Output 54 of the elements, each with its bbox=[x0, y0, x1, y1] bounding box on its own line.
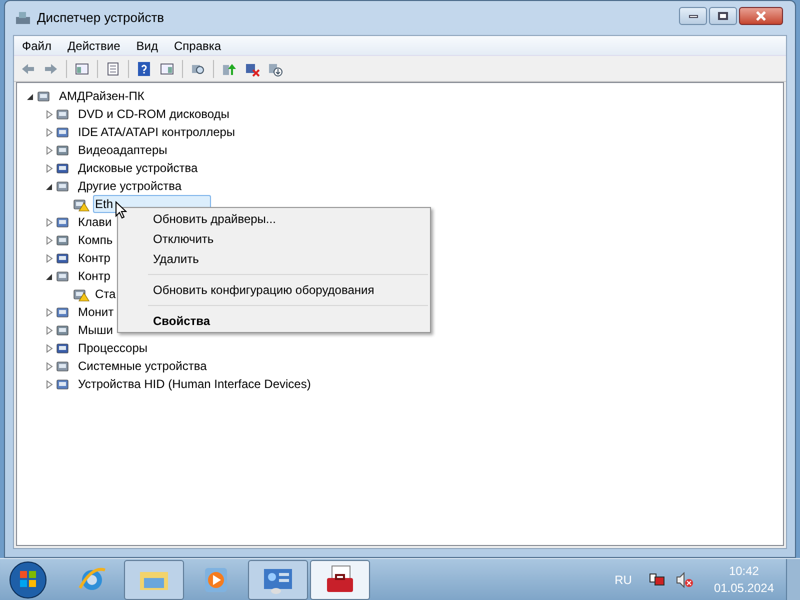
maximize-button[interactable] bbox=[709, 7, 737, 25]
tree-item[interactable]: Видеоадаптеры bbox=[76, 141, 170, 159]
tree-item[interactable]: Процессоры bbox=[76, 339, 150, 357]
collapse-arrow-icon[interactable] bbox=[46, 272, 53, 280]
tree-item[interactable]: Контр bbox=[76, 249, 112, 267]
expand-arrow-icon[interactable] bbox=[46, 146, 53, 154]
tree-item[interactable]: DVD и CD-ROM дисководы bbox=[76, 105, 232, 123]
show-desktop-button[interactable] bbox=[786, 558, 800, 600]
tree-item[interactable]: Клави bbox=[76, 213, 114, 231]
tree-item[interactable]: Монит bbox=[76, 303, 116, 321]
tree-item[interactable]: Компь bbox=[76, 231, 115, 249]
tree-item[interactable]: IDE ATA/ATAPI контроллеры bbox=[76, 123, 238, 141]
expand-arrow-icon[interactable] bbox=[46, 110, 53, 118]
expand-arrow-icon[interactable] bbox=[46, 254, 53, 262]
window-title: Диспетчер устройств bbox=[37, 9, 166, 28]
context-menu-item[interactable]: Свойства bbox=[120, 311, 428, 331]
tree-item[interactable]: Другие устройства bbox=[76, 177, 184, 195]
expand-arrow-icon[interactable] bbox=[46, 164, 53, 172]
expand-arrow-icon[interactable] bbox=[46, 344, 53, 352]
tree-item[interactable]: Мыши bbox=[76, 321, 115, 339]
menu-item[interactable]: Справка bbox=[166, 36, 230, 54]
tree-item[interactable]: Устройства HID (Human Interface Devices) bbox=[76, 375, 313, 393]
start-button[interactable] bbox=[8, 560, 48, 600]
close-button[interactable] bbox=[739, 7, 783, 25]
tree-item[interactable]: АМДРайзен-ПК bbox=[57, 87, 146, 105]
taskbar-button[interactable] bbox=[248, 560, 308, 600]
expand-arrow-icon[interactable] bbox=[46, 128, 53, 136]
expand-arrow-icon[interactable] bbox=[46, 380, 53, 388]
tree-item[interactable]: Контр bbox=[76, 267, 112, 285]
menu-item[interactable]: Файл bbox=[14, 36, 60, 54]
expand-arrow-icon[interactable] bbox=[46, 236, 53, 244]
app-icon bbox=[15, 10, 31, 26]
help-icon[interactable] bbox=[136, 60, 152, 76]
expand-arrow-icon[interactable] bbox=[46, 326, 53, 334]
context-menu-item[interactable]: Отключить bbox=[120, 229, 428, 249]
collapse-arrow-icon[interactable] bbox=[27, 92, 34, 100]
expand-arrow-icon[interactable] bbox=[46, 362, 53, 370]
tree-item[interactable]: Системные устройства bbox=[76, 357, 209, 375]
mouse-cursor-icon bbox=[115, 201, 127, 219]
close-icon bbox=[755, 11, 767, 21]
speaker-muted-icon[interactable] bbox=[676, 572, 694, 588]
taskbar-button[interactable] bbox=[310, 560, 370, 600]
context-menu-item[interactable]: Обновить конфигурацию оборудования bbox=[120, 280, 428, 300]
tree-item[interactable]: Дисковые устройства bbox=[76, 159, 200, 177]
context-menu-item[interactable]: Удалить bbox=[120, 249, 428, 269]
expand-arrow-icon[interactable] bbox=[46, 218, 53, 226]
minimize-button[interactable] bbox=[679, 7, 707, 25]
menu-item[interactable]: Действие bbox=[60, 36, 128, 54]
properties-sheet-icon[interactable] bbox=[105, 60, 121, 76]
tree-item[interactable]: Ста bbox=[93, 285, 118, 303]
expand-arrow-icon[interactable] bbox=[46, 308, 53, 316]
taskbar-button[interactable] bbox=[124, 560, 184, 600]
menu-item[interactable]: Вид bbox=[128, 36, 166, 54]
collapse-arrow-icon[interactable] bbox=[46, 182, 53, 190]
